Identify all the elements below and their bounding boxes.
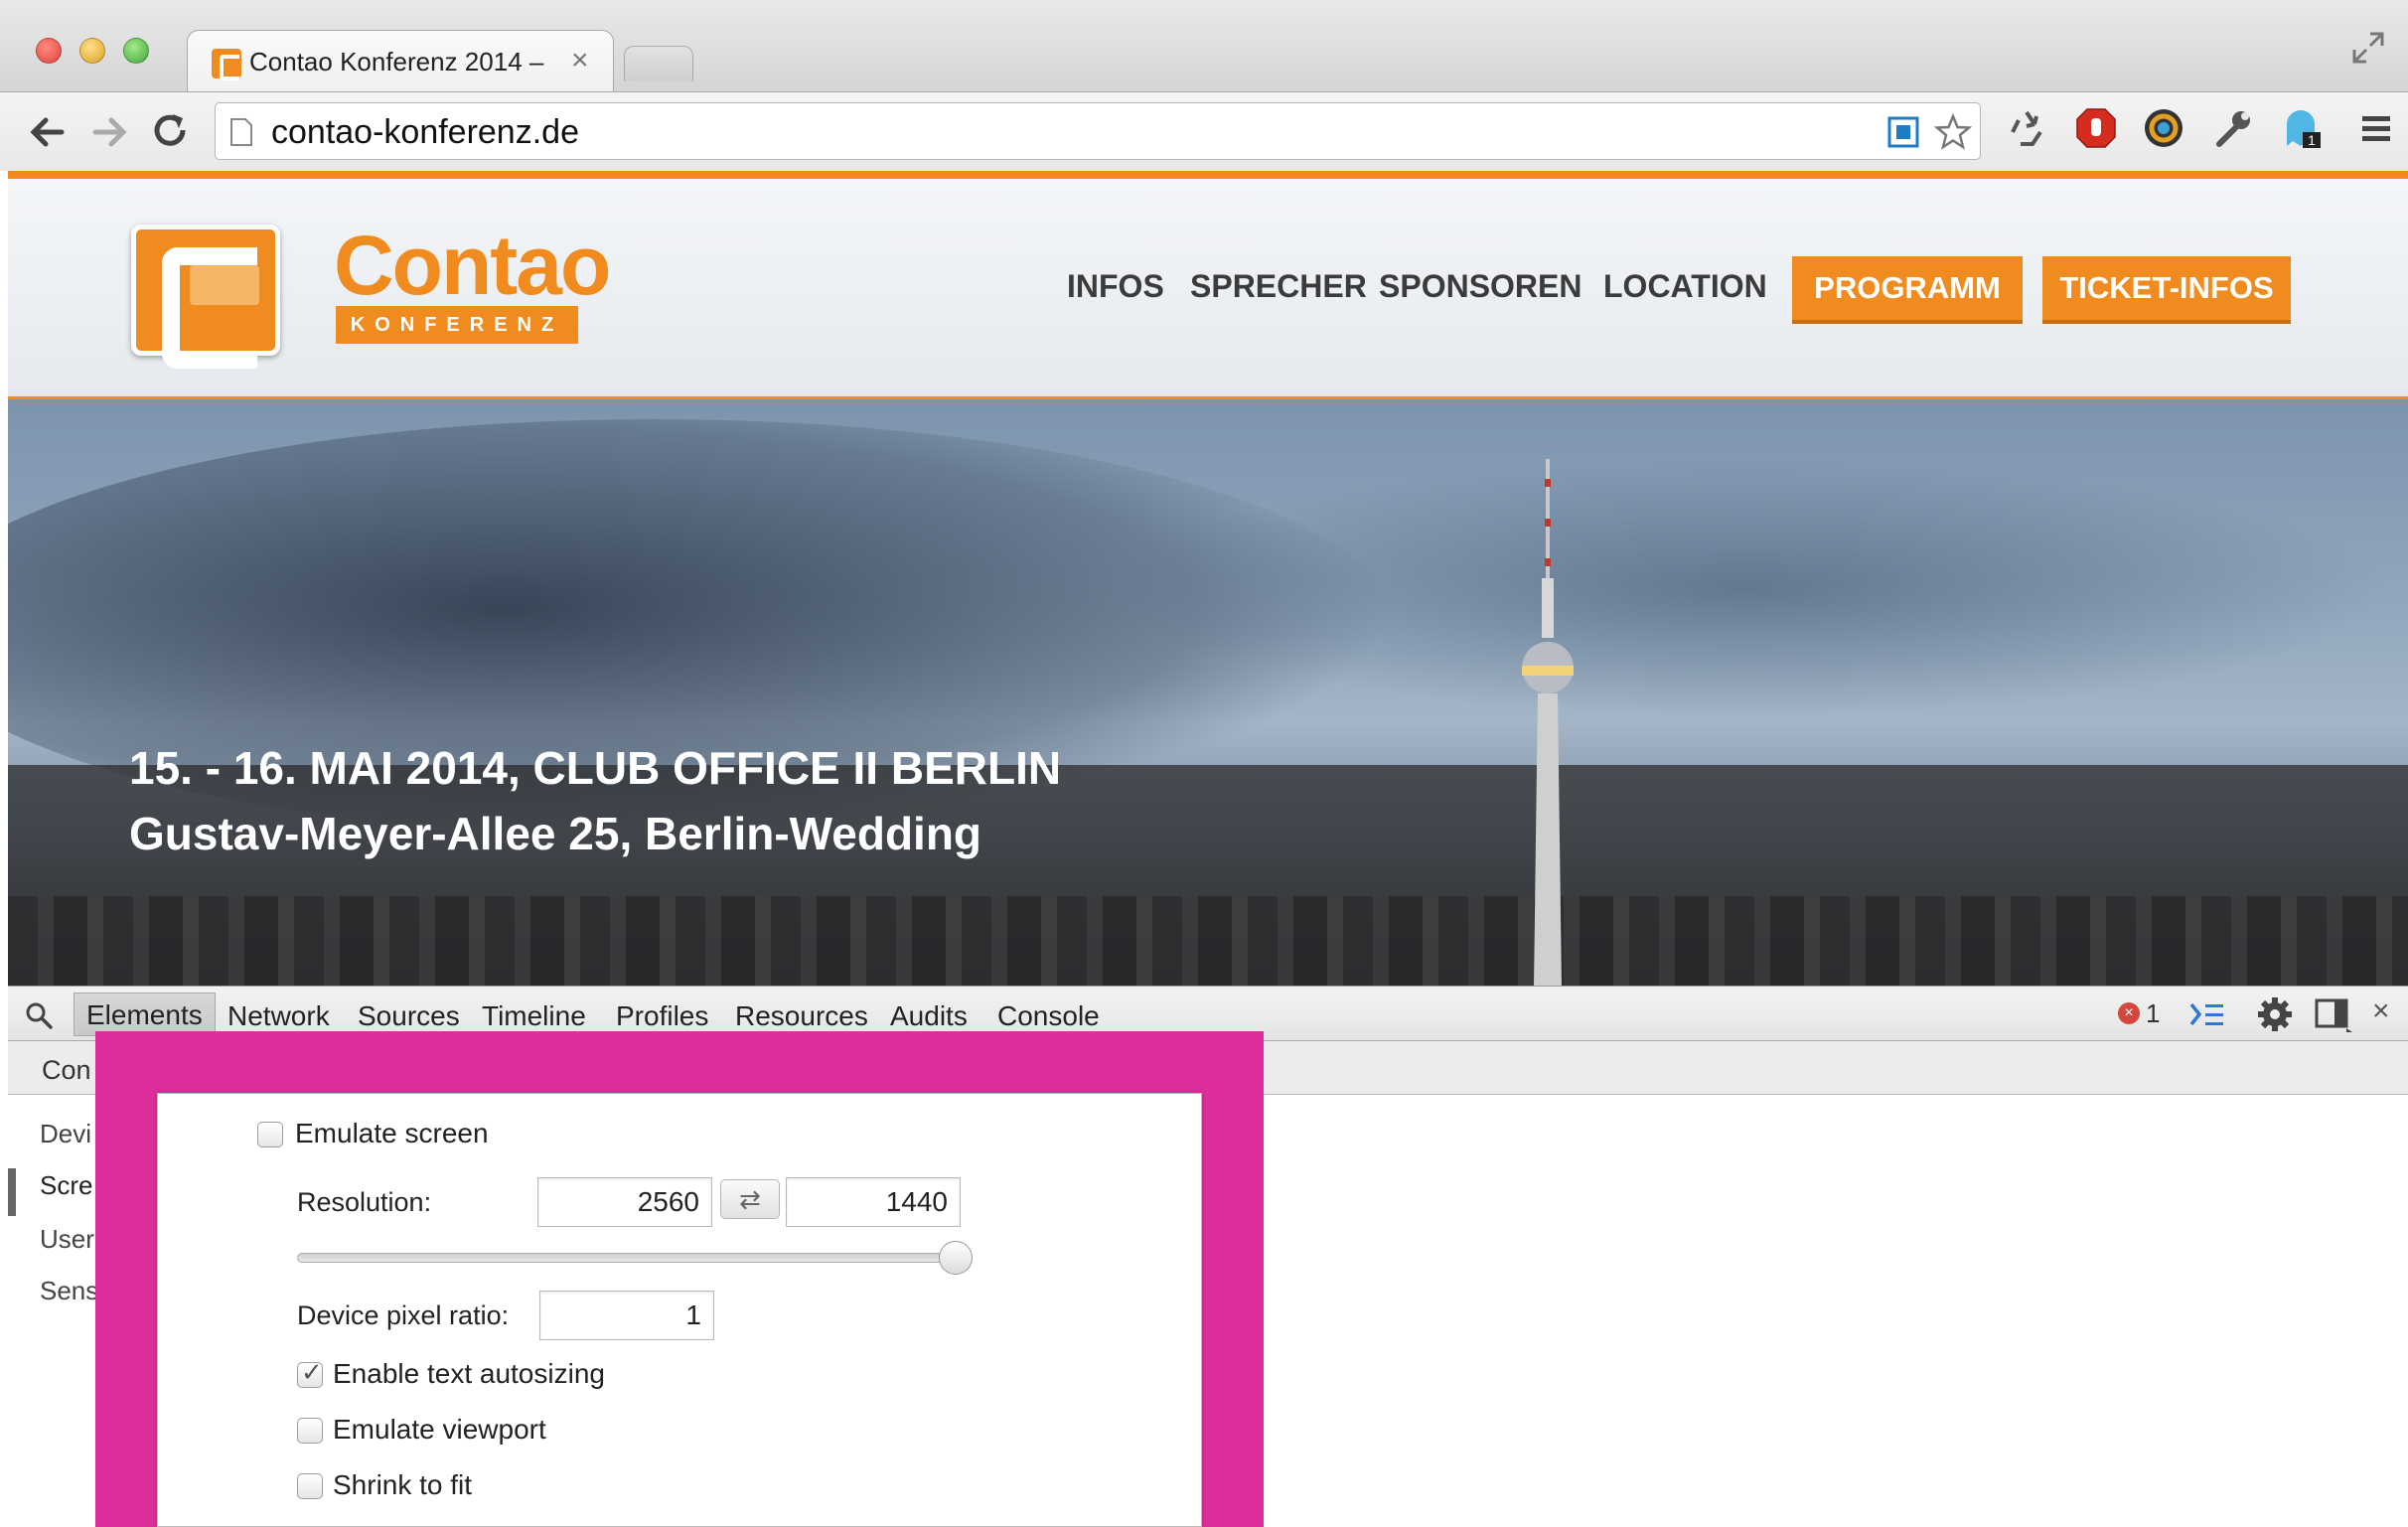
resolution-label: Resolution: xyxy=(297,1187,432,1217)
nav-button-ticket-infos[interactable]: TICKET-INFOS xyxy=(2042,256,2291,324)
window-titlebar: Contao Konferenz 2014 – × xyxy=(0,0,2408,91)
contao-logo-icon[interactable] xyxy=(131,225,280,369)
nav-link-location[interactable]: LOCATION xyxy=(1603,268,1767,305)
emulate-viewport-checkbox[interactable] xyxy=(297,1418,323,1444)
tv-tower-image xyxy=(1522,459,1574,986)
recycle-extension-icon[interactable] xyxy=(2005,106,2048,150)
tab-close-icon[interactable]: × xyxy=(571,43,589,78)
reload-icon[interactable] xyxy=(147,108,195,156)
resolution-height-input[interactable]: 1440 xyxy=(786,1177,961,1227)
hero-event-date: 15. - 16. MAI 2014, CLUB OFFICE II BERLI… xyxy=(129,742,1062,794)
checkmark-icon: ✓ xyxy=(301,1357,323,1387)
resolution-width-input[interactable]: 2560 xyxy=(537,1177,712,1227)
shrink-to-fit-label: Shrink to fit xyxy=(333,1469,473,1500)
search-icon[interactable] xyxy=(24,1000,54,1030)
page-icon xyxy=(230,118,252,146)
svg-text:1: 1 xyxy=(2308,132,2316,148)
resolution-slider-track[interactable] xyxy=(297,1253,957,1263)
hero-event-address: Gustav-Meyer-Allee 25, Berlin-Wedding xyxy=(129,808,982,859)
ghostery-icon[interactable]: 1 xyxy=(2281,106,2325,150)
devtools-tab-network[interactable]: Network xyxy=(227,1000,330,1032)
browser-tab-active[interactable]: Contao Konferenz 2014 – × xyxy=(187,30,614,91)
devtools-tab-elements[interactable]: Elements xyxy=(74,993,216,1036)
fullscreen-icon[interactable] xyxy=(2350,30,2386,66)
devtools-tab-sources[interactable]: Sources xyxy=(358,1000,460,1032)
adblock-stop-icon[interactable] xyxy=(2074,106,2118,150)
devtools-tab-profiles[interactable]: Profiles xyxy=(616,1000,708,1032)
error-count[interactable]: 1 xyxy=(2146,998,2160,1029)
window-zoom-button[interactable] xyxy=(123,38,149,64)
window-minimize-button[interactable] xyxy=(79,38,105,64)
hero-image xyxy=(8,399,2408,986)
shrink-to-fit-checkbox[interactable] xyxy=(297,1473,323,1499)
console-drawer-icon[interactable] xyxy=(2187,996,2227,1032)
new-tab-button[interactable] xyxy=(624,46,693,81)
sidebar-item-sensors[interactable]: Sens xyxy=(40,1276,98,1306)
text-autosizing-checkbox[interactable]: ✓ xyxy=(297,1357,323,1388)
emulate-screen-label: Emulate screen xyxy=(295,1118,489,1148)
dock-side-icon[interactable] xyxy=(2313,996,2352,1032)
logo-wordmark[interactable]: Contao xyxy=(334,221,611,310)
selected-section-marker xyxy=(8,1168,16,1216)
settings-gear-icon[interactable] xyxy=(2255,994,2295,1034)
city-skyline xyxy=(8,896,2408,986)
sidebar-item-device[interactable]: Devi xyxy=(40,1119,91,1149)
text-autosizing-label: Enable text autosizing xyxy=(333,1358,605,1389)
devtools-tab-console[interactable]: Console xyxy=(997,1000,1100,1032)
contao-favicon-icon xyxy=(212,49,241,80)
hero-cloud xyxy=(1101,459,2392,717)
browser-toolbar: contao-konferenz.de 1 xyxy=(0,91,2408,171)
devtools-close-icon[interactable]: × xyxy=(2372,994,2390,1028)
tab-title: Contao Konferenz 2014 – xyxy=(249,47,544,76)
resolution-slider-thumb[interactable] xyxy=(939,1241,973,1275)
screen-emulation-panel: Emulate screen Resolution: 2560 ⇄ 1440 D… xyxy=(157,1093,1202,1527)
logo-subtitle: KONFERENZ xyxy=(336,306,578,344)
bookmark-star-icon[interactable] xyxy=(1934,113,1972,151)
nav-button-programm[interactable]: PROGRAMM xyxy=(1792,256,2023,324)
back-arrow-icon[interactable] xyxy=(24,108,72,156)
color-wheel-icon[interactable] xyxy=(2142,106,2185,150)
swap-dimensions-button[interactable]: ⇄ xyxy=(720,1179,780,1219)
emulate-viewport-label: Emulate viewport xyxy=(333,1414,546,1445)
nav-link-infos[interactable]: INFOS xyxy=(1067,268,1164,305)
error-icon[interactable]: × xyxy=(2118,1002,2140,1024)
nav-link-sprecher[interactable]: SPRECHER xyxy=(1190,268,1367,305)
site-header: Contao KONFERENZ INFOS SPRECHER SPONSORE… xyxy=(8,179,2408,399)
emulate-screen-checkbox[interactable] xyxy=(257,1122,283,1147)
devtools-tab-audits[interactable]: Audits xyxy=(890,1000,968,1032)
site-top-accent xyxy=(8,171,2408,179)
url-text[interactable]: contao-konferenz.de xyxy=(271,113,579,152)
page-action-icon[interactable] xyxy=(1886,115,1920,149)
wrench-icon[interactable] xyxy=(2211,106,2255,150)
device-pixel-ratio-input[interactable]: 1 xyxy=(539,1291,714,1340)
page-viewport: Contao KONFERENZ INFOS SPRECHER SPONSORE… xyxy=(8,171,2408,986)
devtools-tab-timeline[interactable]: Timeline xyxy=(482,1000,586,1032)
menu-hamburger-icon[interactable] xyxy=(2354,106,2398,150)
drawer-tab-console[interactable]: Con xyxy=(42,1055,91,1086)
address-bar[interactable]: contao-konferenz.de xyxy=(215,102,1981,160)
devtools-tab-resources[interactable]: Resources xyxy=(735,1000,868,1032)
window-close-button[interactable] xyxy=(36,38,62,64)
forward-arrow-icon[interactable] xyxy=(85,108,133,156)
nav-link-sponsoren[interactable]: SPONSOREN xyxy=(1379,268,1581,305)
sidebar-item-screen[interactable]: Scre xyxy=(40,1170,92,1201)
device-pixel-ratio-label: Device pixel ratio: xyxy=(297,1300,510,1330)
